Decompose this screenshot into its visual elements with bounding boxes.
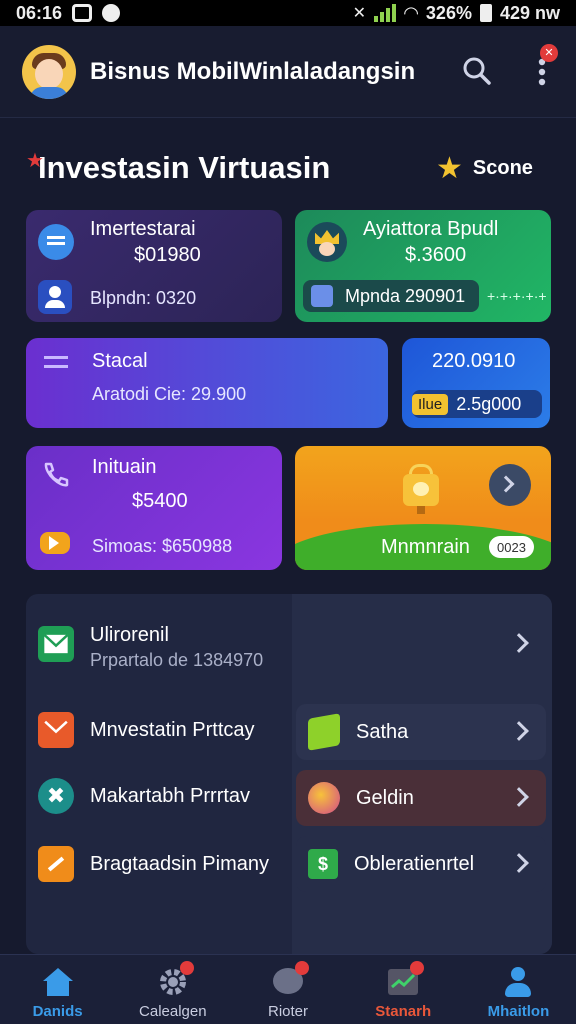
notification-badge (410, 961, 425, 975)
status-bar: 06:16 ✕ ◠ 326% 429 nw (0, 0, 576, 26)
mail-icon (38, 712, 74, 748)
phone-icon (44, 462, 69, 487)
play-icon (40, 532, 70, 554)
investment-card-5[interactable]: Inituain $5400 Simoas: $650988 (26, 446, 282, 570)
edit-icon (38, 846, 74, 882)
card-label: Inituain (92, 456, 157, 478)
lantern-icon (401, 464, 441, 514)
nav-label: Mhaitlon (487, 1003, 550, 1020)
card-label: Stacal (92, 350, 148, 372)
notification-badge (179, 961, 194, 975)
card-tag: Ilue (412, 393, 449, 415)
avatar[interactable] (22, 44, 76, 99)
card-subtext: Aratodi Cie: 29.900 (92, 384, 247, 404)
investment-card-2[interactable]: Ayiattora Bpudl $.3600 Mpnda 290901 +·+·… (295, 210, 551, 322)
card-icon (311, 285, 333, 307)
list-item-title: Makartabh Prrrtav (90, 784, 251, 807)
status-clock: 429 nw (499, 2, 560, 23)
card-label: Imertestarai (90, 218, 196, 240)
list-item-title: Bragtaadsin Pimany (90, 852, 269, 875)
chat-icon (271, 961, 309, 999)
chevron-right-icon (509, 721, 529, 741)
list-item[interactable]: Bragtaadsin Pimany (38, 844, 288, 884)
nav-label: Danids (32, 1003, 83, 1020)
investment-card-3[interactable]: Stacal Aratodi Cie: 29.900 (26, 338, 388, 428)
photo-icon (72, 4, 93, 22)
shield-icon (102, 4, 121, 22)
nav-item-calendar[interactable]: Calealgen (115, 955, 230, 1024)
search-icon[interactable] (462, 56, 492, 86)
card-subtext: Blpndn: 0320 (90, 288, 197, 308)
money-icon: $ (308, 849, 338, 879)
notification-badge (295, 961, 309, 975)
card-subtext: Simoas: $650988 (92, 536, 233, 556)
user-icon (501, 965, 535, 999)
wifi-icon: ◠ (404, 2, 418, 23)
chevron-right-icon (509, 853, 529, 873)
card-label: Mnmnrain (381, 536, 470, 558)
progress-dots: +·+·+·+·+ (487, 288, 547, 304)
card-amount: $01980 (134, 244, 201, 266)
list-item-subtitle: Prpartalo de 1384970 (90, 650, 264, 670)
option-item-label: Geldin (356, 786, 414, 809)
signal-icon (374, 4, 397, 22)
mute-icon: ✕ (352, 5, 367, 22)
investment-card-6[interactable]: Mnmnrain 0023 (295, 446, 551, 570)
home-icon (42, 968, 73, 996)
card-amount: $.3600 (405, 244, 467, 266)
battery-icon (479, 4, 492, 22)
option-item-label: Obleratienrtel (354, 852, 475, 875)
battery-percent: 326% (425, 2, 472, 23)
nav-item-home[interactable]: Danids (0, 955, 115, 1024)
nav-item-stats[interactable]: Stanarh (346, 955, 461, 1024)
nav-label: Calealgen (139, 1003, 207, 1020)
wallet-icon (38, 224, 74, 260)
star-icon: ★ (26, 150, 44, 172)
investment-card-1[interactable]: Imertestarai $01980 Blpndn: 0320 (26, 210, 282, 322)
card-pill: 0023 (489, 536, 534, 558)
user-icon (38, 280, 72, 314)
section-header: ★ Investasin Virtuasin ★ Scone (26, 146, 548, 190)
chart-icon (386, 961, 425, 999)
option-item-oblera[interactable]: $ Obleratienrtel (296, 836, 546, 892)
notification-badge: ✕ (540, 44, 558, 62)
card-label: Ayiattora Bpudl (363, 218, 499, 240)
card-tag-pill: Ilue 2.5g000 (412, 390, 542, 418)
option-item-geldin[interactable]: Geldin (296, 770, 546, 826)
next-button[interactable] (489, 464, 531, 506)
bottom-nav: Danids Calealgen Rioter Stanarh Mhaitlon (0, 954, 576, 1024)
star-icon: ★ (436, 151, 463, 185)
coin-icon (308, 782, 340, 814)
menu-icon (44, 356, 68, 370)
list-item-title: Mnvestatin Prttcay (90, 718, 255, 741)
cube-icon (308, 713, 340, 751)
store-label: Scone (472, 156, 533, 179)
list-item-title: Ulirorenil (90, 623, 169, 646)
gear-icon (156, 961, 194, 999)
settings-cross-icon: ✖ (38, 778, 74, 814)
app-header: Bisnus MobilWinlaladangsin ✕ (0, 26, 576, 118)
card-subtext-pill: Mpnda 290901 (303, 280, 479, 312)
status-time: 06:16 (16, 2, 63, 23)
nav-label: Rioter (268, 1003, 309, 1020)
store-link[interactable]: ★ Scone (436, 146, 533, 190)
nav-item-profile[interactable]: Mhaitlon (461, 955, 576, 1024)
card-amount: $5400 (132, 490, 188, 512)
option-item-satha[interactable]: Satha (296, 704, 546, 760)
option-item-label: Satha (356, 720, 409, 743)
list-item[interactable]: Mnvestatin Prttcay (38, 710, 288, 750)
nav-item-chat[interactable]: Rioter (230, 955, 345, 1024)
section-title: Investasin Virtuasin (38, 150, 331, 185)
app-title: Bisnus MobilWinlaladangsin (90, 57, 416, 85)
mail-icon (38, 626, 74, 662)
investment-card-4[interactable]: 220.0910 Ilue 2.5g000 (402, 338, 550, 428)
chevron-right-icon (509, 787, 529, 807)
crown-avatar-icon (307, 222, 347, 262)
nav-label: Stanarh (375, 1003, 432, 1020)
list-item[interactable]: ✖ Makartabh Prrrtav (38, 776, 288, 816)
card-amount: 220.0910 (432, 350, 516, 372)
card-tag-value: 2.5g000 (456, 393, 522, 414)
